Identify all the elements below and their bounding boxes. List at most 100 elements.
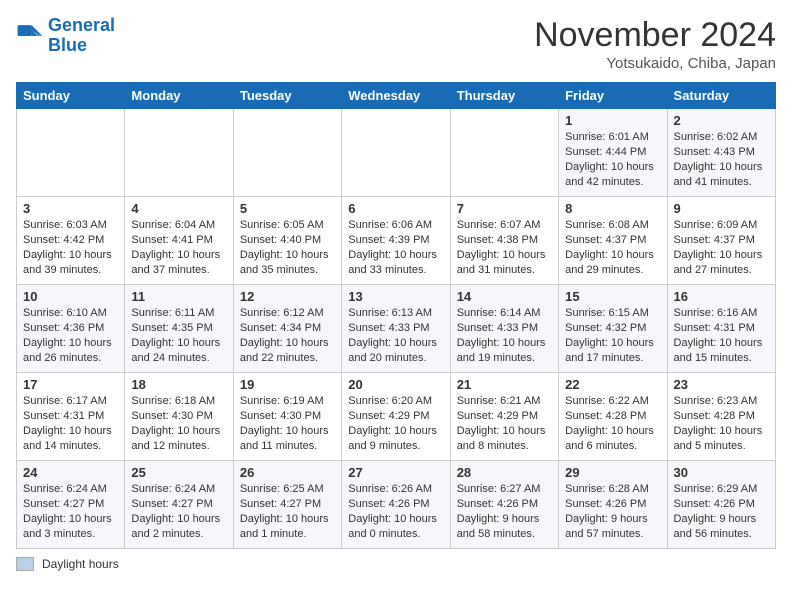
cell-info: Sunrise: 6:02 AM Sunset: 4:43 PM Dayligh… [674, 130, 769, 189]
day-number: 27 [348, 465, 443, 480]
cell-info: Sunrise: 6:07 AM Sunset: 4:38 PM Dayligh… [457, 218, 552, 277]
weekday-header-cell: Wednesday [342, 83, 450, 109]
cell-info: Sunrise: 6:24 AM Sunset: 4:27 PM Dayligh… [23, 482, 118, 541]
calendar-cell [17, 109, 125, 197]
calendar-cell: 26 Sunrise: 6:25 AM Sunset: 4:27 PM Dayli… [233, 461, 341, 549]
cell-info: Sunrise: 6:06 AM Sunset: 4:39 PM Dayligh… [348, 218, 443, 277]
day-number: 10 [23, 289, 118, 304]
calendar-cell: 22 Sunrise: 6:22 AM Sunset: 4:28 PM Dayli… [559, 373, 667, 461]
location: Yotsukaido, Chiba, Japan [534, 55, 776, 72]
cell-info: Sunrise: 6:11 AM Sunset: 4:35 PM Dayligh… [131, 306, 226, 365]
cell-info: Sunrise: 6:25 AM Sunset: 4:27 PM Dayligh… [240, 482, 335, 541]
calendar-body: 1 Sunrise: 6:01 AM Sunset: 4:44 PM Daylig… [17, 109, 776, 549]
calendar-week-row: 17 Sunrise: 6:17 AM Sunset: 4:31 PM Dayli… [17, 373, 776, 461]
logo-text: General Blue [48, 16, 115, 56]
calendar-cell: 6Sunrise: 6:06 AM Sunset: 4:39 PM Daylig… [342, 197, 450, 285]
day-number: 25 [131, 465, 226, 480]
day-number: 7 [457, 201, 552, 216]
calendar-cell: 27 Sunrise: 6:26 AM Sunset: 4:26 PM Dayli… [342, 461, 450, 549]
cell-info: Sunrise: 6:28 AM Sunset: 4:26 PM Dayligh… [565, 482, 660, 541]
calendar-cell: 15 Sunrise: 6:15 AM Sunset: 4:32 PM Dayli… [559, 285, 667, 373]
logo: General Blue [16, 16, 115, 56]
day-number: 1 [565, 113, 660, 128]
calendar-cell: 7 Sunrise: 6:07 AM Sunset: 4:38 PM Daylig… [450, 197, 558, 285]
calendar-cell [342, 109, 450, 197]
cell-info: Sunrise: 6:22 AM Sunset: 4:28 PM Dayligh… [565, 394, 660, 453]
day-number: 21 [457, 377, 552, 392]
title-block: November 2024 Yotsukaido, Chiba, Japan [534, 16, 776, 72]
calendar-cell: 12Sunrise: 6:12 AM Sunset: 4:34 PM Dayli… [233, 285, 341, 373]
day-number: 8 [565, 201, 660, 216]
calendar-cell: 16 Sunrise: 6:16 AM Sunset: 4:31 PM Dayli… [667, 285, 775, 373]
calendar-table: SundayMondayTuesdayWednesdayThursdayFrid… [16, 82, 776, 549]
calendar-cell: 1 Sunrise: 6:01 AM Sunset: 4:44 PM Daylig… [559, 109, 667, 197]
calendar-cell: 25 Sunrise: 6:24 AM Sunset: 4:27 PM Dayli… [125, 461, 233, 549]
calendar-cell [233, 109, 341, 197]
day-number: 2 [674, 113, 769, 128]
day-number: 20 [348, 377, 443, 392]
calendar-week-row: 1 Sunrise: 6:01 AM Sunset: 4:44 PM Daylig… [17, 109, 776, 197]
calendar-cell: 19 Sunrise: 6:19 AM Sunset: 4:30 PM Dayli… [233, 373, 341, 461]
calendar-cell: 9 Sunrise: 6:09 AM Sunset: 4:37 PM Daylig… [667, 197, 775, 285]
day-number: 9 [674, 201, 769, 216]
cell-info: Sunrise: 6:26 AM Sunset: 4:26 PM Dayligh… [348, 482, 443, 541]
day-number: 5 [240, 201, 335, 216]
cell-info: Sunrise: 6:15 AM Sunset: 4:32 PM Dayligh… [565, 306, 660, 365]
cell-info: Sunrise: 6:23 AM Sunset: 4:28 PM Dayligh… [674, 394, 769, 453]
day-number: 29 [565, 465, 660, 480]
day-number: 23 [674, 377, 769, 392]
weekday-header-cell: Monday [125, 83, 233, 109]
calendar-cell: 13Sunrise: 6:13 AM Sunset: 4:33 PM Dayli… [342, 285, 450, 373]
legend: Daylight hours [16, 557, 776, 571]
calendar-cell: 14 Sunrise: 6:14 AM Sunset: 4:33 PM Dayli… [450, 285, 558, 373]
calendar-cell: 2 Sunrise: 6:02 AM Sunset: 4:43 PM Daylig… [667, 109, 775, 197]
month-title: November 2024 [534, 16, 776, 55]
day-number: 26 [240, 465, 335, 480]
calendar-cell: 10Sunrise: 6:10 AM Sunset: 4:36 PM Dayli… [17, 285, 125, 373]
cell-info: Sunrise: 6:17 AM Sunset: 4:31 PM Dayligh… [23, 394, 118, 453]
day-number: 19 [240, 377, 335, 392]
cell-info: Sunrise: 6:20 AM Sunset: 4:29 PM Dayligh… [348, 394, 443, 453]
weekday-header-cell: Friday [559, 83, 667, 109]
cell-info: Sunrise: 6:14 AM Sunset: 4:33 PM Dayligh… [457, 306, 552, 365]
cell-info: Sunrise: 6:19 AM Sunset: 4:30 PM Dayligh… [240, 394, 335, 453]
weekday-header-cell: Thursday [450, 83, 558, 109]
calendar-cell [125, 109, 233, 197]
cell-info: Sunrise: 6:01 AM Sunset: 4:44 PM Dayligh… [565, 130, 660, 189]
day-number: 14 [457, 289, 552, 304]
day-number: 30 [674, 465, 769, 480]
calendar-cell: 28 Sunrise: 6:27 AM Sunset: 4:26 PM Dayli… [450, 461, 558, 549]
cell-info: Sunrise: 6:21 AM Sunset: 4:29 PM Dayligh… [457, 394, 552, 453]
cell-info: Sunrise: 6:18 AM Sunset: 4:30 PM Dayligh… [131, 394, 226, 453]
day-number: 22 [565, 377, 660, 392]
cell-info: Sunrise: 6:16 AM Sunset: 4:31 PM Dayligh… [674, 306, 769, 365]
calendar-cell: 20 Sunrise: 6:20 AM Sunset: 4:29 PM Dayli… [342, 373, 450, 461]
cell-info: Sunrise: 6:24 AM Sunset: 4:27 PM Dayligh… [131, 482, 226, 541]
day-number: 3 [23, 201, 118, 216]
calendar-cell: 29 Sunrise: 6:28 AM Sunset: 4:26 PM Dayli… [559, 461, 667, 549]
day-number: 11 [131, 289, 226, 304]
day-number: 17 [23, 377, 118, 392]
weekday-header-cell: Tuesday [233, 83, 341, 109]
calendar-week-row: 3 Sunrise: 6:03 AM Sunset: 4:42 PM Daylig… [17, 197, 776, 285]
day-number: 15 [565, 289, 660, 304]
cell-info: Sunrise: 6:13 AM Sunset: 4:33 PM Dayligh… [348, 306, 443, 365]
calendar-cell: 11 Sunrise: 6:11 AM Sunset: 4:35 PM Dayli… [125, 285, 233, 373]
calendar-week-row: 10Sunrise: 6:10 AM Sunset: 4:36 PM Dayli… [17, 285, 776, 373]
day-number: 18 [131, 377, 226, 392]
cell-info: Sunrise: 6:03 AM Sunset: 4:42 PM Dayligh… [23, 218, 118, 277]
calendar-cell: 18 Sunrise: 6:18 AM Sunset: 4:30 PM Dayli… [125, 373, 233, 461]
cell-info: Sunrise: 6:09 AM Sunset: 4:37 PM Dayligh… [674, 218, 769, 277]
day-number: 28 [457, 465, 552, 480]
weekday-header-cell: Sunday [17, 83, 125, 109]
weekday-header-row: SundayMondayTuesdayWednesdayThursdayFrid… [17, 83, 776, 109]
calendar-cell: 8Sunrise: 6:08 AM Sunset: 4:37 PM Daylig… [559, 197, 667, 285]
calendar-cell [450, 109, 558, 197]
day-number: 16 [674, 289, 769, 304]
cell-info: Sunrise: 6:04 AM Sunset: 4:41 PM Dayligh… [131, 218, 226, 277]
calendar-cell: 21 Sunrise: 6:21 AM Sunset: 4:29 PM Dayli… [450, 373, 558, 461]
cell-info: Sunrise: 6:27 AM Sunset: 4:26 PM Dayligh… [457, 482, 552, 541]
logo-line2: Blue [48, 35, 87, 55]
cell-info: Sunrise: 6:12 AM Sunset: 4:34 PM Dayligh… [240, 306, 335, 365]
logo-line1: General [48, 15, 115, 35]
